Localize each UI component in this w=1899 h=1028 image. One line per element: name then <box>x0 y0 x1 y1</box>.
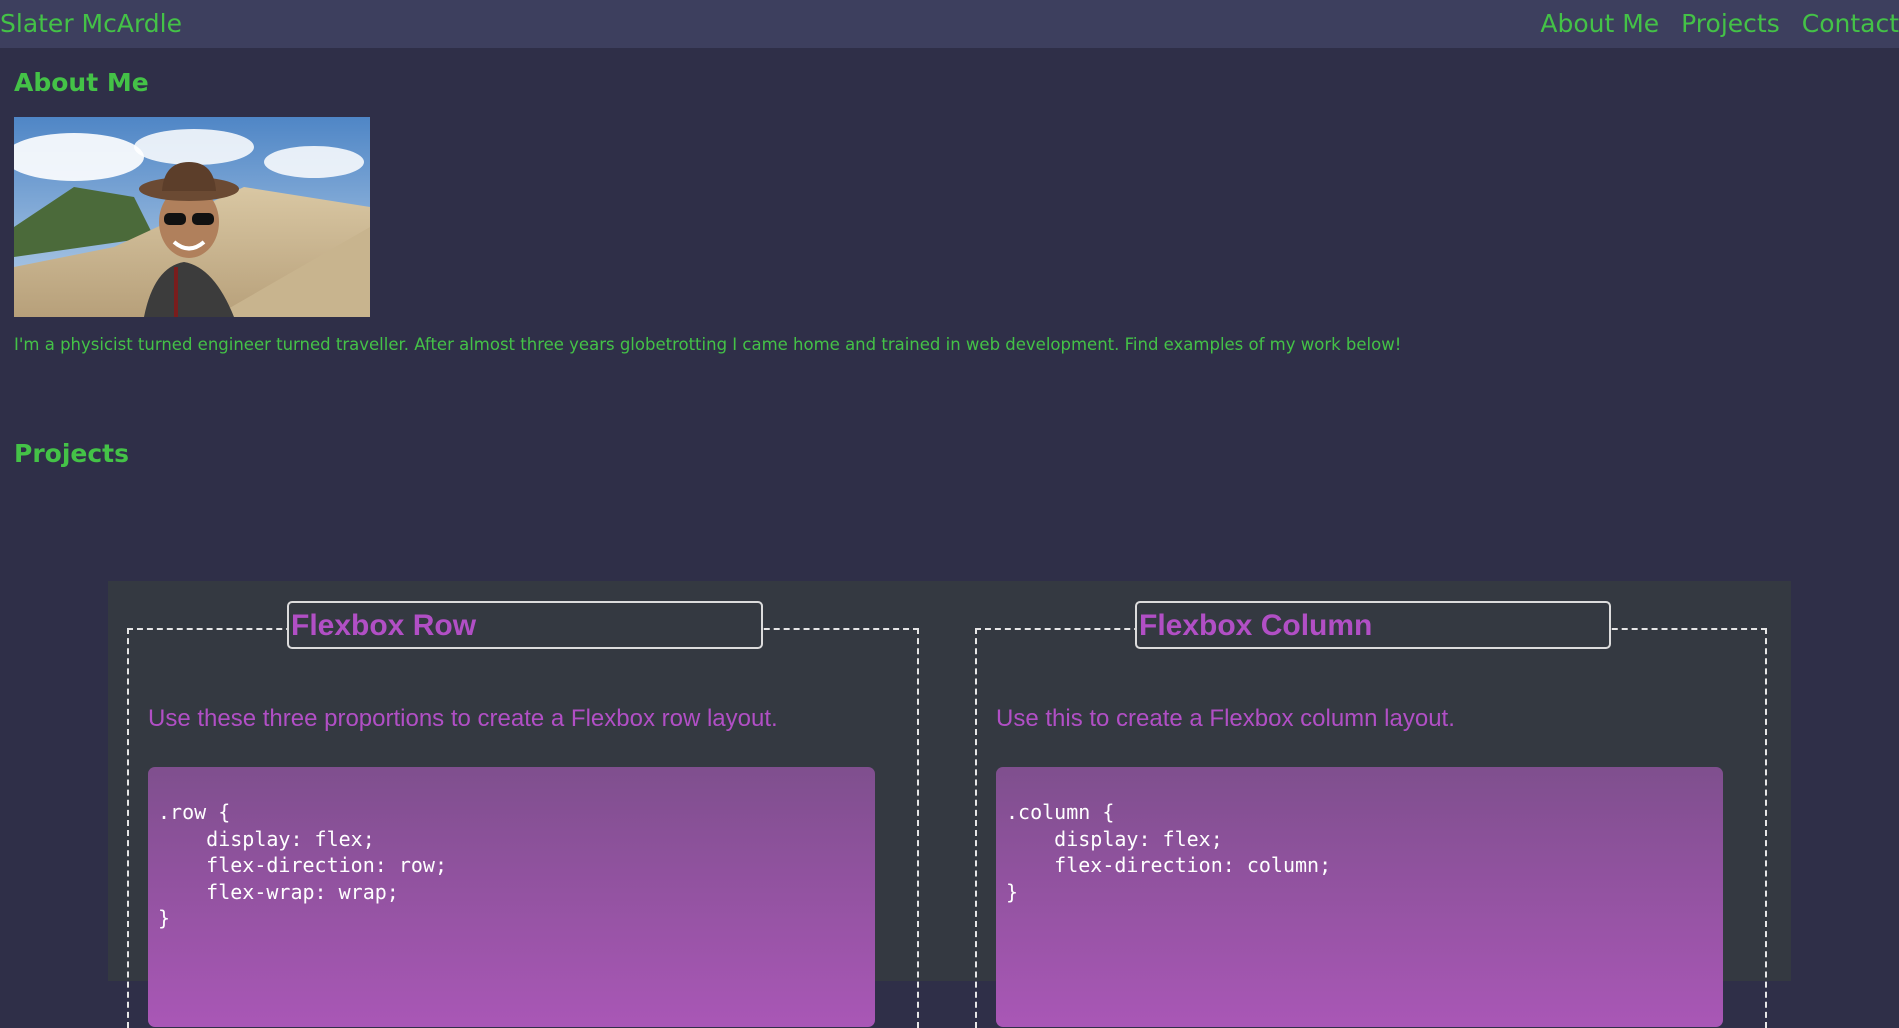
project-card-flexbox-column: Flexbox Column Use this to create a Flex… <box>975 601 1767 1028</box>
brand-link[interactable]: Slater McArdle <box>0 10 182 38</box>
code-block: .column { display: flex; flex-direction:… <box>996 767 1723 1027</box>
card-title: Flexbox Column <box>1139 609 1373 642</box>
code-snippet: .column { display: flex; flex-direction:… <box>1006 800 1332 904</box>
nav-link-projects[interactable]: Projects <box>1681 10 1780 38</box>
about-title: About Me <box>14 68 149 97</box>
card-title-box: Flexbox Row <box>287 601 763 649</box>
nav-links: About Me Projects Contact <box>1540 10 1899 38</box>
projects-panel: Flexbox Row Use these three proportions … <box>108 581 1791 1028</box>
card-title-box: Flexbox Column <box>1135 601 1611 649</box>
bio-text: I'm a physicist turned engineer turned t… <box>14 335 1402 354</box>
profile-photo <box>14 117 370 317</box>
code-snippet: .row { display: flex; flex-direction: ro… <box>158 800 447 930</box>
project-card-flexbox-row: Flexbox Row Use these three proportions … <box>127 601 919 1028</box>
nav-link-contact[interactable]: Contact <box>1802 10 1899 38</box>
card-title: Flexbox Row <box>291 609 477 642</box>
code-block: .row { display: flex; flex-direction: ro… <box>148 767 875 1027</box>
card-description: Use these three proportions to create a … <box>148 705 778 732</box>
navbar: Slater McArdle About Me Projects Contact <box>0 0 1899 48</box>
nav-link-about-me[interactable]: About Me <box>1540 10 1659 38</box>
card-description: Use this to create a Flexbox column layo… <box>996 705 1455 732</box>
projects-title: Projects <box>14 439 130 468</box>
